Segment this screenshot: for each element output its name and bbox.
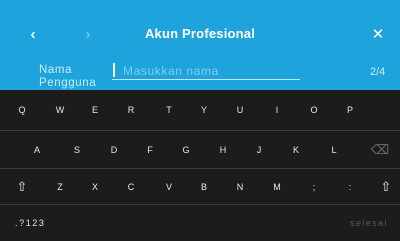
text-cursor xyxy=(113,63,115,77)
close-icon[interactable]: ✕ xyxy=(366,22,390,46)
key-o[interactable]: O xyxy=(299,90,329,130)
key-n[interactable]: N xyxy=(225,169,255,204)
key-r[interactable]: R xyxy=(116,90,146,130)
page-counter: 2/4 xyxy=(370,66,386,78)
keyboard-row-3: ⇧ Z X C V B N M ; : ⇧ xyxy=(0,169,400,205)
key-f[interactable]: F xyxy=(135,131,165,168)
key-b[interactable]: B xyxy=(189,169,219,204)
key-y[interactable]: Y xyxy=(189,90,219,130)
key-a[interactable]: A xyxy=(22,131,52,168)
numbers-symbols-key[interactable]: .?123 xyxy=(15,205,46,241)
key-j[interactable]: J xyxy=(244,131,274,168)
username-field[interactable] xyxy=(112,62,300,80)
key-semicolon[interactable]: ; xyxy=(299,169,329,204)
professional-account-screen: ‹ › Akun Profesional ✕ Nama Pengguna 2/4… xyxy=(0,0,400,241)
shift-left-icon[interactable]: ⇧ xyxy=(7,169,37,204)
page-title: Akun Profesional xyxy=(144,26,256,41)
key-h[interactable]: H xyxy=(208,131,238,168)
done-key[interactable]: selesai xyxy=(350,205,388,241)
key-m[interactable]: M xyxy=(262,169,292,204)
on-screen-keyboard: Q W E R T Y U I O P A S D F G H J K L ⌫ … xyxy=(0,90,400,241)
key-e[interactable]: E xyxy=(80,90,110,130)
key-s[interactable]: S xyxy=(62,131,92,168)
header-bar: ‹ › Akun Profesional ✕ Nama Pengguna 2/4 xyxy=(0,0,400,90)
keyboard-row-4: .?123 selesai xyxy=(0,205,400,241)
keyboard-row-2: A S D F G H J K L ⌫ xyxy=(0,131,400,169)
key-v[interactable]: V xyxy=(154,169,184,204)
backspace-icon[interactable]: ⌫ xyxy=(365,131,395,168)
key-x[interactable]: X xyxy=(80,169,110,204)
key-z[interactable]: Z xyxy=(45,169,75,204)
key-k[interactable]: K xyxy=(281,131,311,168)
key-g[interactable]: G xyxy=(171,131,201,168)
key-colon[interactable]: : xyxy=(335,169,365,204)
username-field-label: Nama Pengguna xyxy=(39,64,97,89)
key-t[interactable]: T xyxy=(154,90,184,130)
key-u[interactable]: U xyxy=(225,90,255,130)
key-l[interactable]: L xyxy=(319,131,349,168)
username-input[interactable] xyxy=(123,62,298,79)
key-p[interactable]: P xyxy=(335,90,365,130)
key-d[interactable]: D xyxy=(99,131,129,168)
keyboard-row-1: Q W E R T Y U I O P xyxy=(0,90,400,131)
key-i[interactable]: I xyxy=(262,90,292,130)
key-w[interactable]: W xyxy=(45,90,75,130)
key-q[interactable]: Q xyxy=(7,90,37,130)
shift-right-icon[interactable]: ⇧ xyxy=(371,169,400,204)
key-c[interactable]: C xyxy=(116,169,146,204)
